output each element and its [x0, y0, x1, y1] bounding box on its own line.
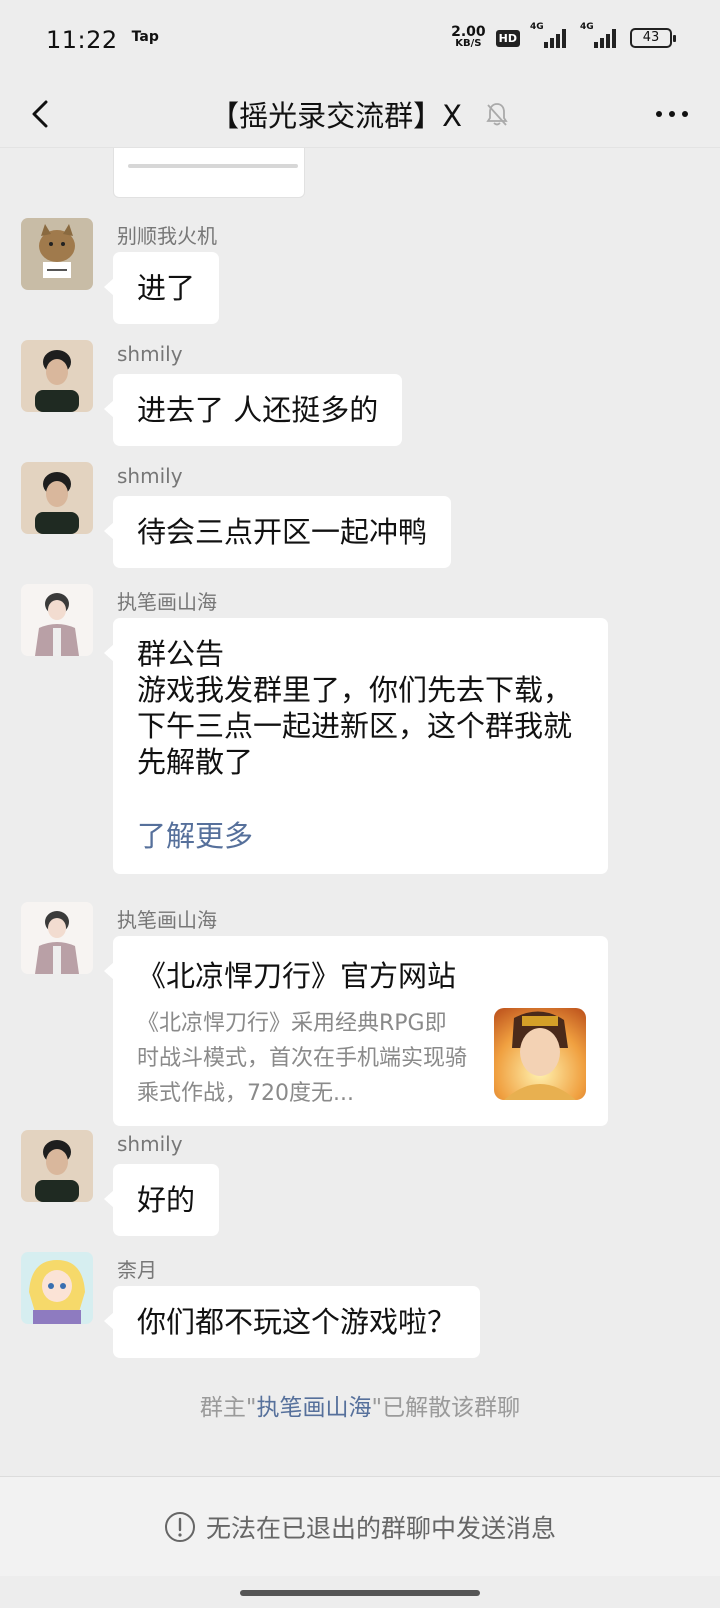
- message-bubble[interactable]: 进去了 人还挺多的: [103, 374, 403, 446]
- home-indicator[interactable]: [240, 1590, 480, 1596]
- sender-name: 柰月: [117, 1258, 157, 1282]
- group-owner-link[interactable]: 执笔画山海: [257, 1395, 372, 1421]
- exclamation-circle-icon: [164, 1511, 195, 1542]
- battery-icon: 43: [630, 28, 676, 48]
- avatar[interactable]: [21, 340, 93, 412]
- signal-icon: 4G: [530, 22, 570, 48]
- avatar[interactable]: [21, 902, 93, 974]
- sender-name: shmily: [117, 464, 183, 488]
- status-indicators: 2.00 KB/S HD 4G 4G 43: [451, 22, 676, 50]
- message-bubble[interactable]: 好的: [103, 1164, 220, 1236]
- status-time: 11:22: [46, 26, 118, 54]
- message-bubble[interactable]: 待会三点开区一起冲鸭: [103, 496, 452, 568]
- chat-message-list[interactable]: 别顺我火机 进了 shmily 进去了 人还挺多的 shmily 待会三点开区一…: [0, 148, 720, 1476]
- sender-name: 别顺我火机: [117, 224, 217, 248]
- sender-name: 执笔画山海: [117, 908, 217, 932]
- status-app-tag: Tap: [131, 29, 159, 45]
- avatar[interactable]: [21, 218, 93, 290]
- status-bar: 11:22 Tap 2.00 KB/S HD 4G 4G 43: [0, 0, 720, 80]
- more-dots-icon[interactable]: [654, 102, 690, 126]
- game-thumbnail: [494, 1008, 586, 1100]
- sender-name: shmily: [117, 1132, 183, 1156]
- net-speed: 2.00 KB/S: [451, 25, 486, 50]
- partial-card: [113, 148, 305, 198]
- avatar[interactable]: [21, 462, 93, 534]
- avatar[interactable]: [21, 1130, 93, 1202]
- system-notice-prefix: 群主": [199, 1395, 257, 1421]
- system-notice-suffix: "已解散该群聊: [371, 1395, 521, 1421]
- hd-badge: HD: [495, 29, 520, 47]
- message-bubble[interactable]: 你们都不玩这个游戏啦？: [103, 1286, 481, 1358]
- cannot-send-message-text: 无法在已退出的群聊中发送消息: [205, 1513, 556, 1543]
- signal-label: 4G: [530, 22, 544, 32]
- group-notice-card[interactable]: 群公告 游戏我发群里了，你们先去下载，下午三点一起进新区，这个群我就先解散了 了…: [104, 618, 608, 874]
- link-share-card[interactable]: 《北凉悍刀行》官方网站 《北凉悍刀行》采用经典RPG即时战斗模式，首次在手机端实…: [104, 936, 608, 1126]
- chevron-left-icon[interactable]: [22, 94, 62, 134]
- bottom-input-disabled-bar: 无法在已退出的群聊中发送消息: [0, 1476, 720, 1576]
- notice-title: 群公告: [137, 637, 225, 671]
- notice-body: 游戏我发群里了，你们先去下载，下午三点一起进新区，这个群我就先解散了: [137, 673, 573, 779]
- signal-icon-2: 4G: [580, 22, 620, 48]
- avatar[interactable]: [21, 584, 93, 656]
- avatar[interactable]: [21, 1252, 93, 1324]
- chat-header: 【摇光录交流群】X: [0, 80, 720, 148]
- sender-name: shmily: [117, 342, 183, 366]
- link-title: 《北凉悍刀行》官方网站: [137, 959, 457, 993]
- bell-muted-icon: [486, 102, 508, 126]
- message-bubble[interactable]: 进了: [103, 252, 220, 324]
- chat-title: 【摇光录交流群】X: [210, 98, 462, 133]
- system-notice: 群主"执笔画山海"已解散该群聊: [0, 1388, 720, 1422]
- sender-name: 执笔画山海: [117, 590, 217, 614]
- link-description: 《北凉悍刀行》采用经典RPG即时战斗模式，首次在手机端实现骑乘式作战，720度无…: [137, 1011, 468, 1106]
- signal-label-2: 4G: [580, 22, 594, 32]
- learn-more-link[interactable]: 了解更多: [137, 818, 584, 854]
- net-speed-unit: KB/S: [455, 38, 482, 49]
